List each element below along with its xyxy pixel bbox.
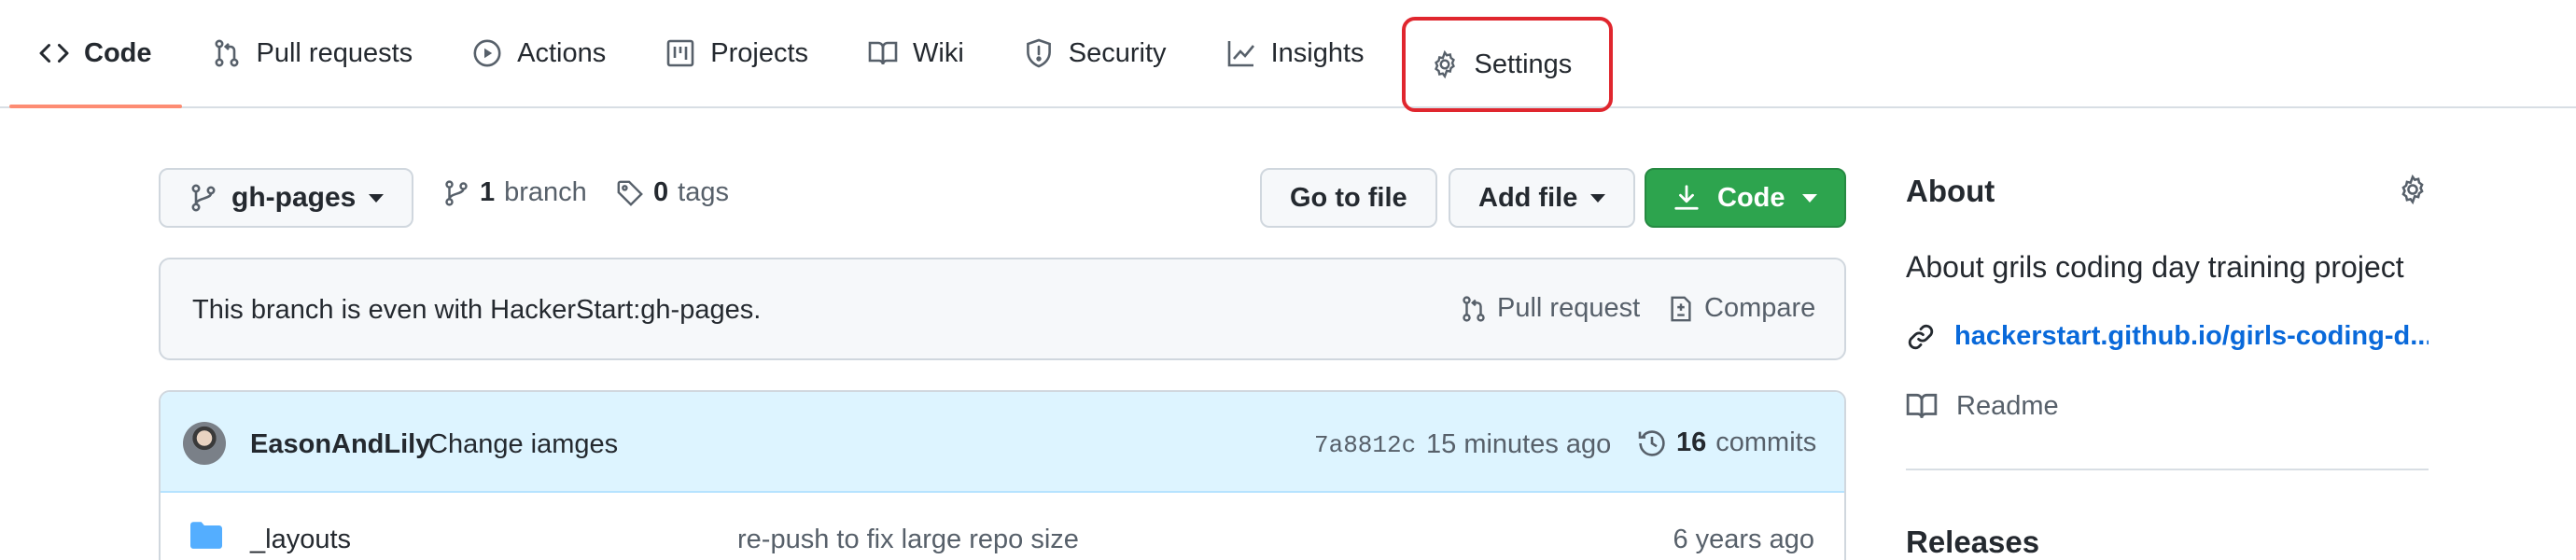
table-row[interactable]: _layouts re-push to fix large repo size … bbox=[161, 493, 1844, 560]
commit-message[interactable]: Change iamges bbox=[428, 429, 618, 460]
tag-count: 0 bbox=[653, 177, 669, 207]
download-icon bbox=[1673, 184, 1701, 212]
branch-count: 1 bbox=[480, 177, 496, 207]
pull-request-link[interactable]: Pull request bbox=[1460, 293, 1640, 324]
homepage-link[interactable]: hackerstart.github.io/girls-coding-d... bbox=[1906, 321, 2429, 352]
tags-link[interactable]: 0 tags bbox=[616, 177, 729, 208]
tab-security[interactable]: Security bbox=[994, 0, 1197, 106]
tab-label: Pull requests bbox=[256, 37, 413, 68]
file-age: 6 years ago bbox=[1673, 525, 1814, 554]
chevron-down-icon bbox=[369, 193, 385, 203]
tag-icon bbox=[616, 179, 644, 207]
latest-commit-row: EasonAndLily Change iamges 7a8812c 15 mi… bbox=[161, 392, 1844, 493]
go-to-file-button[interactable]: Go to file bbox=[1260, 168, 1437, 228]
tab-label: Projects bbox=[710, 37, 809, 68]
compare-link[interactable]: Compare bbox=[1667, 293, 1815, 324]
tab-projects[interactable]: Projects bbox=[636, 0, 838, 106]
gear-icon bbox=[1430, 49, 1460, 79]
commit-count: 16 bbox=[1676, 427, 1707, 457]
commits-link[interactable]: 16 commits bbox=[1637, 427, 1816, 458]
tab-wiki[interactable]: Wiki bbox=[838, 0, 994, 106]
shield-icon bbox=[1024, 38, 1054, 68]
readme-label: Readme bbox=[1956, 390, 2059, 421]
gear-icon[interactable] bbox=[2397, 174, 2429, 205]
file-commit-message[interactable]: re-push to fix large repo size bbox=[737, 525, 1079, 555]
play-icon bbox=[472, 38, 502, 68]
branch-select-button[interactable]: gh-pages bbox=[159, 168, 414, 228]
tab-settings[interactable]: Settings bbox=[1401, 17, 1614, 112]
commit-time: 15 minutes ago bbox=[1426, 429, 1612, 459]
about-heading: About bbox=[1906, 174, 1995, 208]
readme-link[interactable]: Readme bbox=[1906, 390, 2059, 422]
book-icon bbox=[1906, 390, 1938, 422]
branch-status-box: This branch is even with HackerStart:gh-… bbox=[159, 258, 1846, 360]
diff-icon bbox=[1667, 295, 1695, 323]
git-pull-request-icon bbox=[212, 38, 242, 68]
releases-heading[interactable]: Releases bbox=[1906, 525, 2039, 560]
git-branch-icon bbox=[442, 179, 470, 207]
tab-insights[interactable]: Insights bbox=[1197, 0, 1394, 106]
repo-tab-bar: Code Pull requests Actions Projects Wiki bbox=[0, 0, 2576, 112]
tab-label: Code bbox=[84, 37, 152, 68]
code-icon bbox=[39, 38, 69, 68]
git-pull-request-icon bbox=[1460, 295, 1488, 323]
tab-actions[interactable]: Actions bbox=[442, 0, 636, 106]
file-name[interactable]: _layouts bbox=[250, 525, 351, 555]
button-label: Code bbox=[1717, 182, 1785, 213]
branch-word: branch bbox=[504, 177, 587, 207]
repo-description: About grils coding day training project bbox=[1906, 250, 2404, 284]
link-label: Compare bbox=[1704, 293, 1816, 323]
branch-status-message: This branch is even with HackerStart:gh-… bbox=[192, 295, 762, 325]
commit-sha[interactable]: 7a8812c bbox=[1314, 431, 1416, 459]
branches-link[interactable]: 1 branch bbox=[442, 177, 587, 208]
sidebar-divider bbox=[1906, 469, 2429, 470]
homepage-url: hackerstart.github.io/girls-coding-d... bbox=[1954, 321, 2429, 351]
tab-label: Insights bbox=[1270, 37, 1365, 68]
button-label: Add file bbox=[1478, 182, 1578, 213]
chevron-down-icon bbox=[1801, 193, 1817, 203]
file-table: EasonAndLily Change iamges 7a8812c 15 mi… bbox=[159, 390, 1846, 560]
avatar[interactable] bbox=[183, 422, 226, 465]
tab-code[interactable]: Code bbox=[9, 0, 182, 108]
branch-name: gh-pages bbox=[231, 182, 357, 213]
folder-icon bbox=[190, 521, 222, 549]
commit-author[interactable]: EasonAndLily bbox=[250, 429, 430, 460]
book-icon bbox=[868, 38, 898, 68]
commit-word: commits bbox=[1715, 427, 1817, 457]
code-download-button[interactable]: Code bbox=[1645, 168, 1846, 228]
tab-label: Settings bbox=[1474, 49, 1573, 79]
link-icon bbox=[1906, 322, 1936, 352]
button-label: Go to file bbox=[1290, 182, 1407, 213]
tab-label: Actions bbox=[517, 37, 607, 68]
project-icon bbox=[665, 38, 695, 68]
tab-label: Security bbox=[1068, 37, 1167, 68]
history-icon bbox=[1637, 428, 1667, 458]
git-branch-icon bbox=[189, 183, 218, 213]
tag-word: tags bbox=[678, 177, 729, 207]
tab-label: Wiki bbox=[913, 37, 964, 68]
tab-pull-requests[interactable]: Pull requests bbox=[182, 0, 443, 106]
repo-tabs: Code Pull requests Actions Projects Wiki bbox=[9, 0, 1614, 112]
link-label: Pull request bbox=[1497, 293, 1641, 323]
graph-icon bbox=[1226, 38, 1256, 68]
chevron-down-icon bbox=[1590, 193, 1606, 203]
add-file-button[interactable]: Add file bbox=[1449, 168, 1636, 228]
